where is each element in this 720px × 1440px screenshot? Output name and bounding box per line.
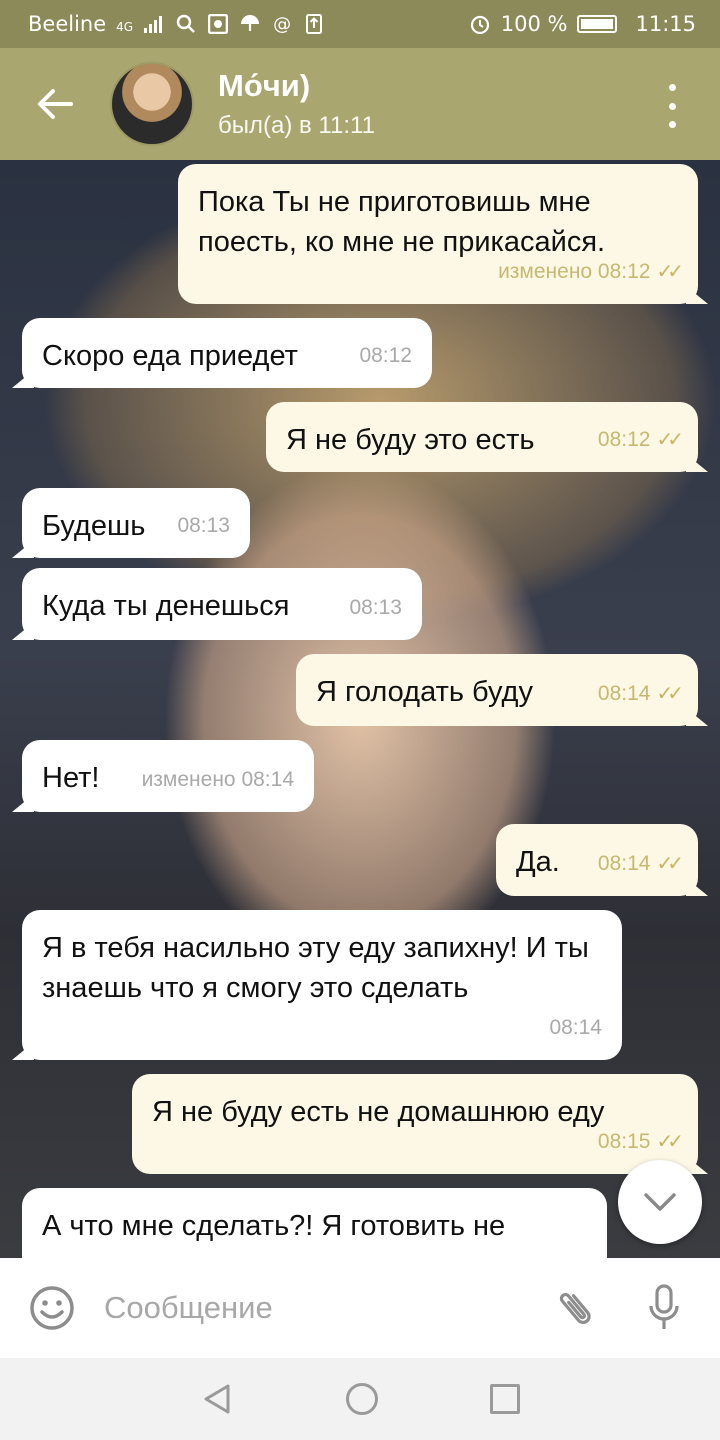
message-bubble-incoming[interactable]: Нет! изменено 08:14 bbox=[22, 740, 314, 812]
umbrella-icon bbox=[239, 13, 261, 35]
chat-area[interactable]: Пока Ты не приготовишь мне поесть, ко мн… bbox=[0, 160, 720, 1258]
more-options-button[interactable] bbox=[652, 84, 692, 128]
contact-name: Мо́чи) bbox=[218, 68, 311, 103]
message-bubble-outgoing[interactable]: Я не буду это есть 08:12 ✓✓ bbox=[266, 402, 698, 472]
message-time: изменено 08:12 bbox=[498, 260, 651, 283]
message-input[interactable] bbox=[104, 1290, 534, 1326]
message-bubble-incoming[interactable]: Скоро еда приедет 08:12 bbox=[22, 318, 432, 388]
message-time: 08:15 bbox=[597, 1130, 651, 1153]
nav-home-button[interactable] bbox=[346, 1383, 378, 1415]
last-seen-status: был(а) в 11:11 bbox=[218, 112, 375, 139]
message-meta: 08:14 bbox=[549, 1008, 602, 1048]
message-meta: 08:12 bbox=[359, 336, 412, 376]
attach-button[interactable] bbox=[537, 1269, 616, 1348]
message-time: 08:12 bbox=[359, 344, 412, 367]
nav-back-button[interactable] bbox=[200, 1382, 234, 1416]
more-vert-icon-dot bbox=[668, 121, 676, 128]
double-check-icon: ✓✓ bbox=[656, 429, 683, 451]
message-time: 08:14 bbox=[597, 852, 651, 875]
message-time: изменено 08:14 bbox=[141, 768, 294, 791]
clock-label: 11:15 bbox=[635, 12, 696, 36]
nav-recents-button[interactable] bbox=[490, 1384, 520, 1414]
message-bubble-incoming[interactable]: Будешь 08:13 bbox=[22, 488, 250, 558]
attach-icon bbox=[559, 1292, 591, 1325]
message-time: 08:13 bbox=[177, 514, 230, 537]
alarm-icon bbox=[469, 13, 491, 35]
carrier-label: Beeline bbox=[28, 12, 107, 36]
message-time: 08:12 bbox=[597, 428, 651, 451]
status-bar: Beeline 4G @ 100 % 11:15 bbox=[0, 0, 720, 48]
download-icon bbox=[303, 13, 325, 35]
network-label: 4G bbox=[116, 20, 134, 34]
message-meta: 08:12 ✓✓ bbox=[597, 420, 684, 460]
more-vert-icon bbox=[668, 84, 676, 91]
emoji-icon bbox=[30, 1286, 74, 1330]
message-text: Я в тебя насильно эту еду запихну! И ты … bbox=[42, 932, 589, 1004]
message-meta: 08:14 ✓✓ bbox=[597, 674, 684, 714]
back-button[interactable] bbox=[0, 48, 110, 160]
voice-record-button[interactable] bbox=[636, 1280, 692, 1336]
message-meta: 08:13 bbox=[349, 588, 402, 628]
message-meta: 08:14 ✓✓ bbox=[597, 844, 684, 884]
message-bubble-incoming[interactable]: А что мне сделать?! Я готовить не bbox=[22, 1188, 607, 1258]
message-time: 08:14 bbox=[597, 682, 651, 705]
double-check-icon: ✓✓ bbox=[656, 853, 683, 875]
signal-icon bbox=[143, 13, 165, 35]
triangle-back-icon bbox=[204, 1384, 230, 1414]
double-check-icon: ✓✓ bbox=[656, 261, 683, 283]
message-text: Пока Ты не приготовишь мне поесть, ко мн… bbox=[198, 186, 606, 258]
battery-icon bbox=[577, 15, 618, 33]
system-nav-bar bbox=[0, 1358, 720, 1440]
message-meta: 08:15 ✓✓ bbox=[597, 1122, 684, 1162]
message-bubble-outgoing[interactable]: Пока Ты не приготовишь мне поесть, ко мн… bbox=[178, 164, 698, 304]
message-meta: 08:13 bbox=[177, 506, 230, 546]
message-bubble-outgoing[interactable]: Я не буду есть не домашнюю еду 08:15 ✓✓ bbox=[132, 1074, 698, 1174]
message-bubble-outgoing[interactable]: Да. 08:14 ✓✓ bbox=[496, 824, 698, 896]
message-meta: изменено 08:14 bbox=[142, 760, 294, 800]
message-meta: изменено 08:12 ✓✓ bbox=[498, 252, 684, 292]
back-arrow-icon bbox=[38, 89, 73, 119]
message-bubble-incoming[interactable]: Куда ты денешься 08:13 bbox=[22, 568, 422, 640]
message-text: Скоро еда приедет bbox=[42, 340, 298, 372]
message-time: 08:14 bbox=[549, 1016, 602, 1039]
mic-icon bbox=[649, 1284, 679, 1329]
message-text: Куда ты денешься bbox=[42, 590, 290, 622]
at-icon: @ bbox=[273, 13, 292, 35]
status-right: 100 % 11:15 bbox=[469, 12, 696, 36]
chevron-down-icon bbox=[644, 1193, 676, 1211]
scroll-down-button[interactable] bbox=[618, 1160, 702, 1244]
chat-header: Мо́чи) был(а) в 11:11 bbox=[0, 48, 720, 160]
double-check-icon: ✓✓ bbox=[656, 1131, 683, 1153]
search-icon bbox=[175, 13, 197, 35]
message-time: 08:13 bbox=[349, 596, 402, 619]
message-bubble-outgoing[interactable]: Я голодать буду 08:14 ✓✓ bbox=[296, 654, 698, 726]
chat-info[interactable]: Мо́чи) был(а) в 11:11 bbox=[218, 68, 375, 140]
avatar[interactable] bbox=[110, 62, 194, 146]
message-text: А что мне сделать?! Я готовить не bbox=[42, 1210, 506, 1242]
more-vert-icon-dot bbox=[668, 102, 676, 110]
emoji-button[interactable] bbox=[0, 1258, 104, 1358]
message-bubble-incoming[interactable]: Я в тебя насильно эту еду запихну! И ты … bbox=[22, 910, 622, 1060]
battery-label: 100 % bbox=[500, 12, 568, 36]
double-check-icon: ✓✓ bbox=[656, 683, 683, 705]
message-composer bbox=[0, 1258, 720, 1358]
gallery-icon bbox=[207, 13, 229, 35]
status-left: Beeline 4G @ bbox=[28, 12, 325, 36]
